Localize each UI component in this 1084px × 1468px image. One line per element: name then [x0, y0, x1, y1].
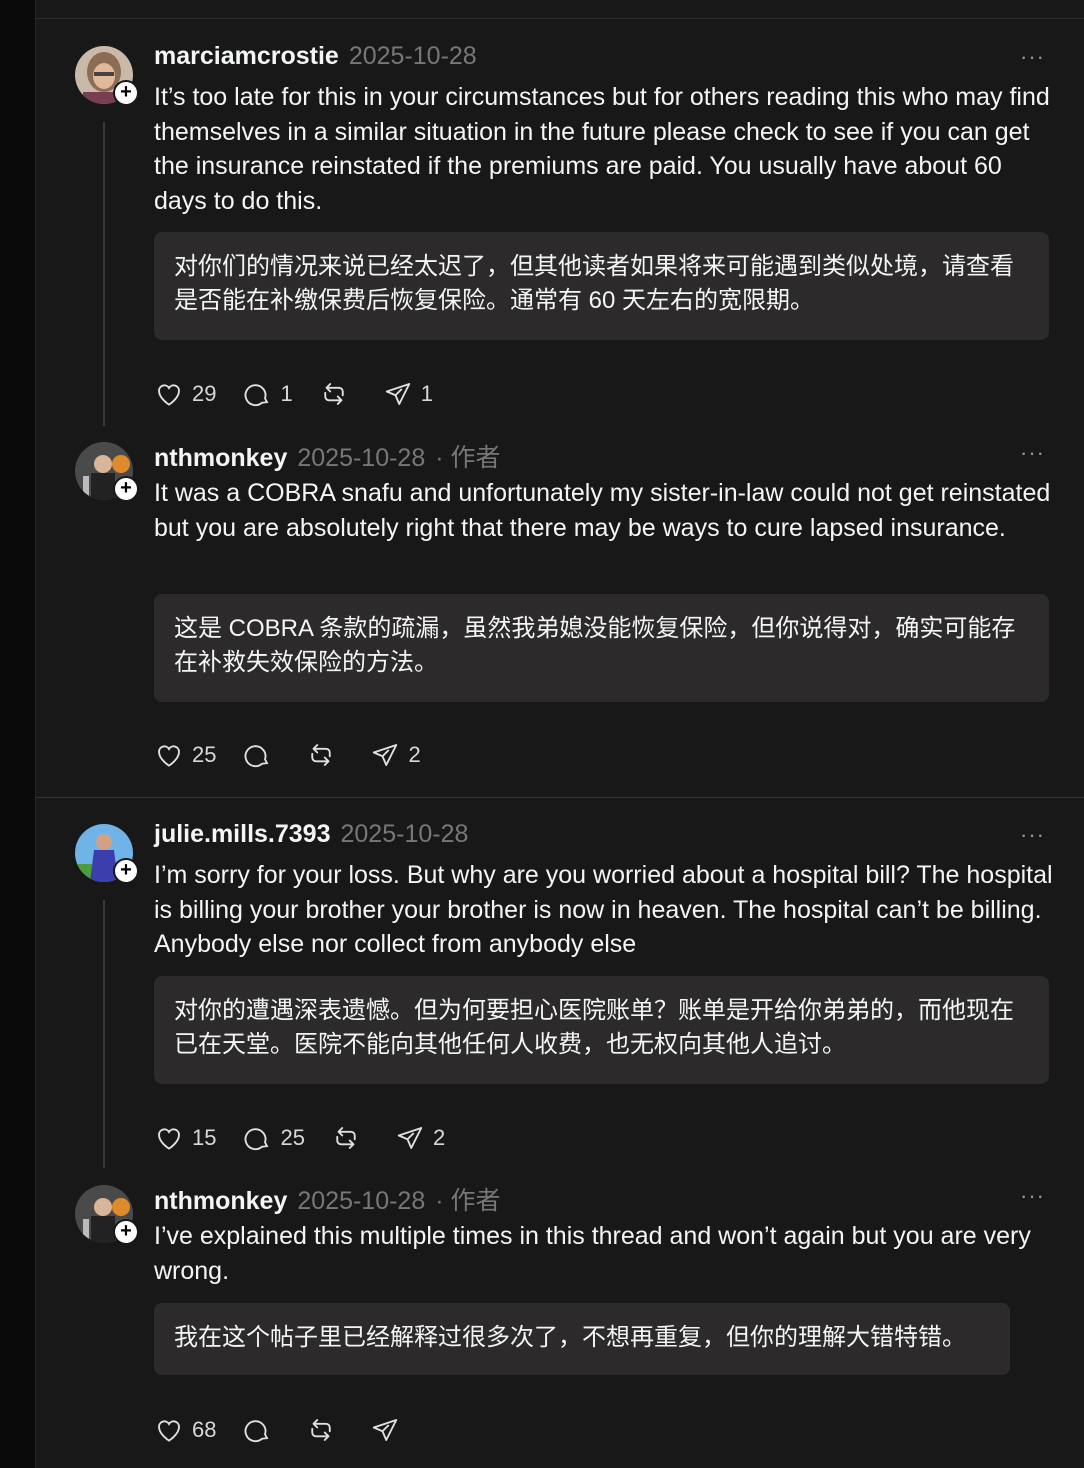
comment-icon [245, 1420, 269, 1443]
reply-count: 1 [280, 381, 293, 406]
thread-divider [36, 797, 1084, 798]
post-date[interactable]: 2025-10-28 [341, 820, 469, 849]
post-date[interactable]: 2025-10-28 [349, 42, 477, 71]
top-divider [36, 18, 1084, 19]
like-button[interactable]: 25 [154, 740, 216, 770]
reply-button[interactable]: 1 [242, 379, 293, 409]
repost-icon [311, 744, 332, 766]
repost-icon [336, 1127, 356, 1149]
reply-button[interactable]: 25 [242, 1123, 305, 1153]
heart-icon [158, 1420, 180, 1442]
post-date[interactable]: 2025-10-28 [297, 444, 425, 473]
heart-icon [158, 384, 180, 406]
share-count: 2 [432, 1125, 446, 1150]
translation-box: 这是 COBRA 条款的疏漏，虽然我弟媳没能恢复保险，但你说得对，确实可能存在补… [154, 594, 1049, 702]
post-actions: 68 [154, 1413, 434, 1447]
more-options-icon[interactable]: ··· [1020, 44, 1045, 70]
like-count: 25 [192, 742, 217, 767]
like-count: 68 [192, 1417, 217, 1442]
send-icon [373, 1419, 398, 1441]
like-button[interactable]: 15 [154, 1123, 216, 1153]
repost-button[interactable] [306, 740, 344, 770]
more-options-icon[interactable]: ··· [1020, 1183, 1045, 1209]
reply-button[interactable] [242, 1415, 280, 1445]
share-count: 2 [408, 742, 421, 767]
translation-box: 对你们的情况来说已经太迟了，但其他读者如果将来可能遇到类似处境，请查看是否能在补… [154, 232, 1049, 340]
post-text: I’ve explained this multiple times in th… [154, 1222, 1031, 1285]
translation-box: 我在这个帖子里已经解释过很多次了，不想再重复，但你的理解大错特错。 [154, 1303, 1010, 1375]
like-button[interactable]: 68 [154, 1415, 216, 1445]
post-actions: 29 1 1 [154, 377, 459, 411]
post-date[interactable]: 2025-10-28 [297, 1187, 425, 1216]
repost-button[interactable] [306, 1415, 344, 1445]
follow-plus-icon[interactable]: + [113, 476, 139, 502]
comment-icon [245, 384, 269, 407]
more-options-icon[interactable]: ··· [1020, 822, 1045, 848]
username[interactable]: marciamcrostie [154, 42, 339, 71]
thread-line [103, 122, 105, 426]
post-text: It was a COBRA snafu and unfortunately m… [154, 479, 1051, 542]
share-button[interactable]: 1 [383, 379, 433, 409]
avatar[interactable]: + [75, 442, 139, 502]
post-actions: 25 2 [154, 738, 447, 772]
follow-plus-icon[interactable]: + [113, 858, 139, 884]
send-icon [385, 383, 410, 405]
like-count: 29 [192, 381, 217, 406]
username[interactable]: julie.mills.7393 [154, 820, 331, 849]
repost-button[interactable] [319, 379, 357, 409]
repost-icon [324, 383, 344, 405]
username[interactable]: nthmonkey [154, 1187, 287, 1216]
thread-line [103, 900, 105, 1168]
heart-icon [158, 1128, 180, 1150]
reply-button[interactable] [242, 740, 280, 770]
comment-icon [245, 1128, 269, 1151]
send-icon [397, 1127, 423, 1149]
follow-plus-icon[interactable]: + [113, 80, 139, 106]
post-text: It’s too late for this in your circumsta… [154, 83, 1050, 215]
like-button[interactable]: 29 [154, 379, 216, 409]
share-button[interactable] [370, 1415, 408, 1445]
author-tag: · 作者 [435, 1187, 501, 1215]
avatar[interactable]: + [75, 1185, 139, 1245]
avatar[interactable]: + [75, 46, 139, 106]
share-button[interactable]: 2 [370, 740, 421, 770]
send-icon [373, 744, 398, 766]
reply-count: 25 [280, 1125, 305, 1150]
follow-plus-icon[interactable]: + [113, 1219, 139, 1245]
like-count: 15 [192, 1125, 217, 1150]
author-tag: · 作者 [435, 444, 501, 472]
share-count: 1 [420, 381, 433, 406]
repost-button[interactable] [331, 1123, 369, 1153]
repost-icon [311, 1419, 332, 1441]
username[interactable]: nthmonkey [154, 444, 287, 473]
avatar[interactable]: + [75, 824, 139, 884]
post-actions: 15 25 2 [154, 1121, 471, 1155]
comment-icon [245, 745, 269, 768]
share-button[interactable]: 2 [395, 1123, 445, 1153]
heart-icon [158, 745, 180, 767]
post-text: I’m sorry for your loss. But why are you… [154, 861, 1053, 958]
more-options-icon[interactable]: ··· [1020, 440, 1045, 466]
translation-box: 对你的遭遇深表遗憾。但为何要担心医院账单？账单是开给你弟弟的，而他现在已在天堂。… [154, 976, 1049, 1084]
left-gutter [0, 0, 36, 1468]
